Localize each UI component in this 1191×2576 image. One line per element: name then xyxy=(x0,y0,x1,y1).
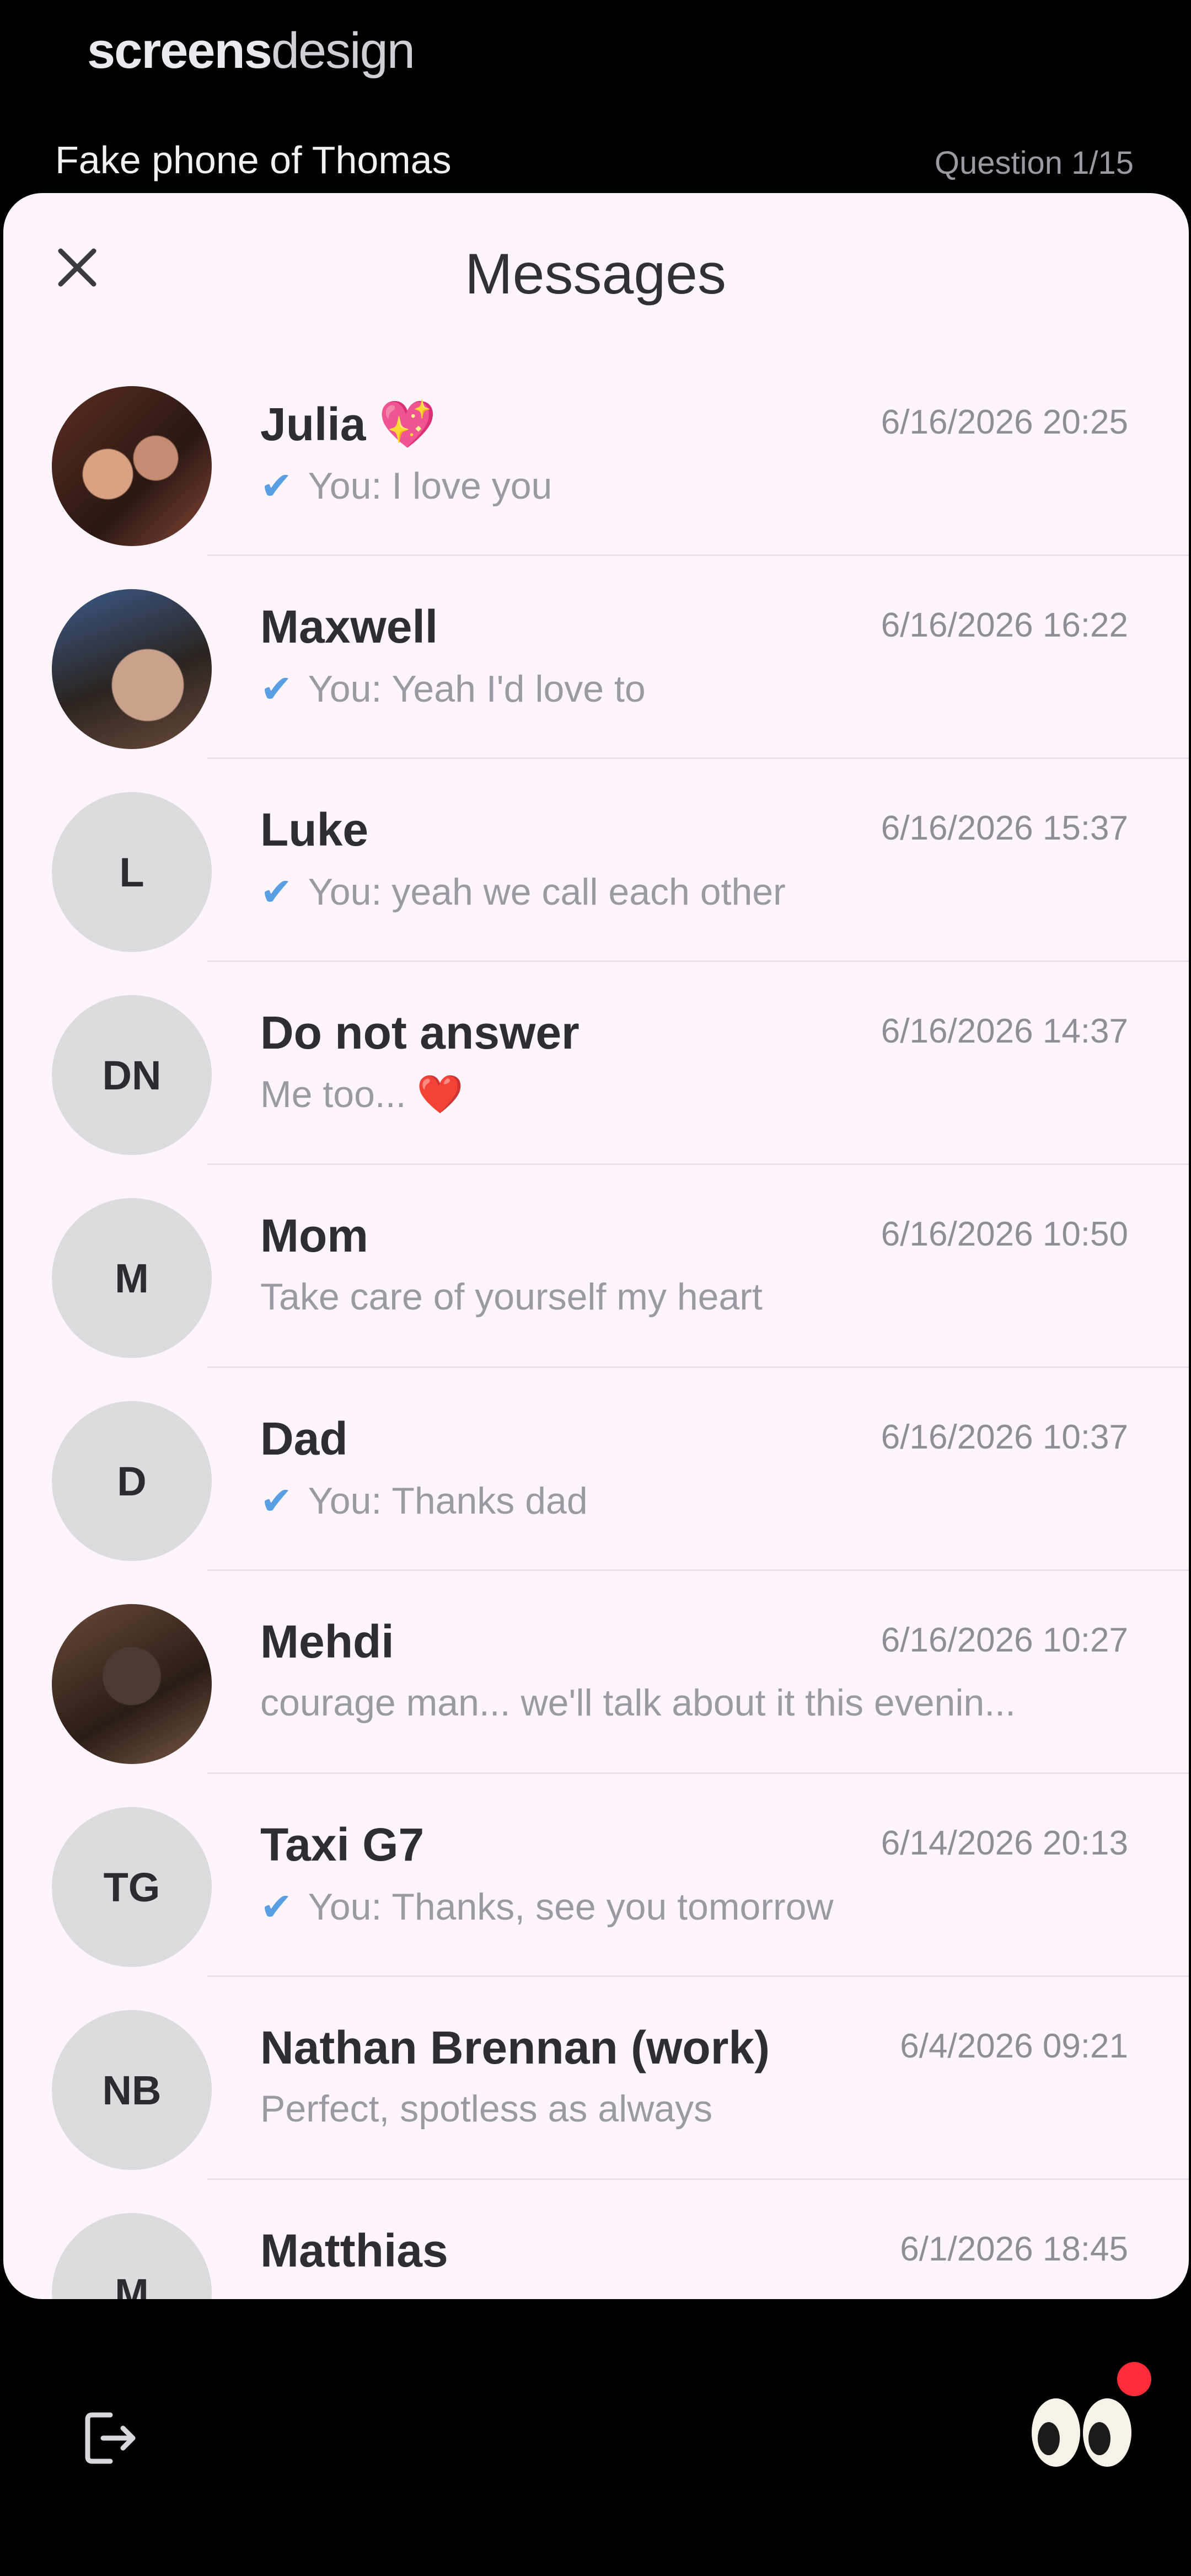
conversation-row[interactable]: D Dad 6/16/2026 10:37 ✔ You: Thanks dad xyxy=(3,1368,1189,1571)
avatar: NB xyxy=(52,2010,212,2170)
avatar: L xyxy=(52,792,212,952)
preview-text: I love you xyxy=(391,465,552,507)
avatar: TG xyxy=(52,1807,212,1967)
message-preview: courage man... we'll talk about it this … xyxy=(260,1681,1131,1724)
message-timestamp: 6/16/2026 16:22 xyxy=(881,606,1128,644)
conversation-row[interactable]: NB Nathan Brennan (work) 6/4/2026 09:21 Per… xyxy=(3,1977,1189,2180)
message-timestamp: 6/16/2026 20:25 xyxy=(881,403,1128,441)
message-preview: Perfect, spotless as always xyxy=(260,2087,1131,2130)
sender-prefix: You: xyxy=(308,1886,382,1928)
message-preview: ✔ You: Thanks, see you tomorrow xyxy=(260,1884,1131,1930)
sent-check-icon: ✔ xyxy=(260,870,293,913)
sender-prefix: You: xyxy=(308,871,382,913)
message-preview: ✔ You: Yeah I'd love to xyxy=(260,666,1131,712)
conversation-row[interactable]: L Luke 6/16/2026 15:37 ✔ You: yeah we call ea… xyxy=(3,759,1189,962)
message-preview: Take care of yourself my heart xyxy=(260,1275,1131,1318)
message-preview: ✔ You: yeah we call each other xyxy=(260,869,1131,915)
contact-name: Luke xyxy=(260,804,369,856)
message-timestamp: 6/16/2026 15:37 xyxy=(881,809,1128,847)
conversation-row[interactable]: Maxwell 6/16/2026 16:22 ✔ You: Yeah I'd love… xyxy=(3,556,1189,759)
contact-name: Nathan Brennan (work) xyxy=(260,2022,770,2073)
avatar xyxy=(52,386,212,546)
preview-text: Perfect, spotless as always xyxy=(260,2088,713,2130)
sent-check-icon: ✔ xyxy=(260,1885,293,1928)
conversation-row[interactable]: DN Do not answer 6/16/2026 14:37 Me too... … xyxy=(3,962,1189,1165)
preview-text: Me too... ❤️ xyxy=(260,1073,464,1115)
contact-name: Dad xyxy=(260,1413,348,1465)
message-timestamp: 6/1/2026 18:45 xyxy=(900,2230,1128,2268)
conversation-row[interactable]: Mehdi 6/16/2026 10:27 courage man... we'll… xyxy=(3,1571,1189,1774)
contact-name: Julia 💖 xyxy=(260,398,437,450)
conversation-list: Julia 💖 6/16/2026 20:25 ✔ You: I love you Max… xyxy=(3,0,1189,2299)
avatar xyxy=(52,1604,212,1764)
conversation-row[interactable]: Julia 💖 6/16/2026 20:25 ✔ You: I love you xyxy=(3,353,1189,556)
message-preview: ✔ You: I love you xyxy=(260,463,1131,509)
preview-text: courage man... we'll talk about it this … xyxy=(260,1682,1016,1724)
preview-text: Take care of yourself my heart xyxy=(260,1276,763,1318)
sender-prefix: You: xyxy=(308,1480,382,1522)
message-timestamp: 6/16/2026 10:27 xyxy=(881,1621,1128,1659)
avatar: DN xyxy=(52,995,212,1155)
message-preview: ✔ You: Thanks dad xyxy=(260,1478,1131,1524)
logout-icon[interactable] xyxy=(80,2405,141,2471)
preview-text: Thanks dad xyxy=(391,1480,588,1522)
avatar: D xyxy=(52,1401,212,1561)
message-timestamp: 6/16/2026 14:37 xyxy=(881,1012,1128,1050)
contact-name: Mehdi xyxy=(260,1616,394,1668)
eyes-icon[interactable] xyxy=(1026,2397,1136,2468)
preview-text: yeah we call each other xyxy=(391,871,786,913)
contact-name: Do not answer xyxy=(260,1007,580,1059)
sent-check-icon: ✔ xyxy=(260,667,293,710)
message-timestamp: 6/4/2026 09:21 xyxy=(900,2027,1128,2065)
sender-prefix: You: xyxy=(308,668,382,710)
contact-name: Matthias xyxy=(260,2225,448,2276)
sender-prefix: You: xyxy=(308,465,382,507)
conversation-row[interactable]: M Mom 6/16/2026 10:50 Take care of yourself… xyxy=(3,1165,1189,1368)
contact-name: Taxi G7 xyxy=(260,1819,425,1870)
message-timestamp: 6/16/2026 10:50 xyxy=(881,1215,1128,1253)
conversation-row[interactable]: TG Taxi G7 6/14/2026 20:13 ✔ You: Thanks, see… xyxy=(3,1774,1189,1977)
contact-name: Mom xyxy=(260,1210,368,1262)
sent-check-icon: ✔ xyxy=(260,464,293,507)
avatar: M xyxy=(52,2213,212,2299)
notification-badge xyxy=(1117,2362,1151,2396)
conversation-row[interactable]: M Matthias 6/1/2026 18:45 xyxy=(3,2180,1189,2299)
message-timestamp: 6/16/2026 10:37 xyxy=(881,1418,1128,1456)
sent-check-icon: ✔ xyxy=(260,1479,293,1522)
preview-text: Yeah I'd love to xyxy=(391,668,646,710)
contact-name: Maxwell xyxy=(260,601,438,653)
avatar: M xyxy=(52,1198,212,1358)
message-preview: Me too... ❤️ xyxy=(260,1072,1131,1116)
preview-text: Thanks, see you tomorrow xyxy=(391,1886,834,1928)
message-timestamp: 6/14/2026 20:13 xyxy=(881,1824,1128,1862)
avatar xyxy=(52,589,212,749)
